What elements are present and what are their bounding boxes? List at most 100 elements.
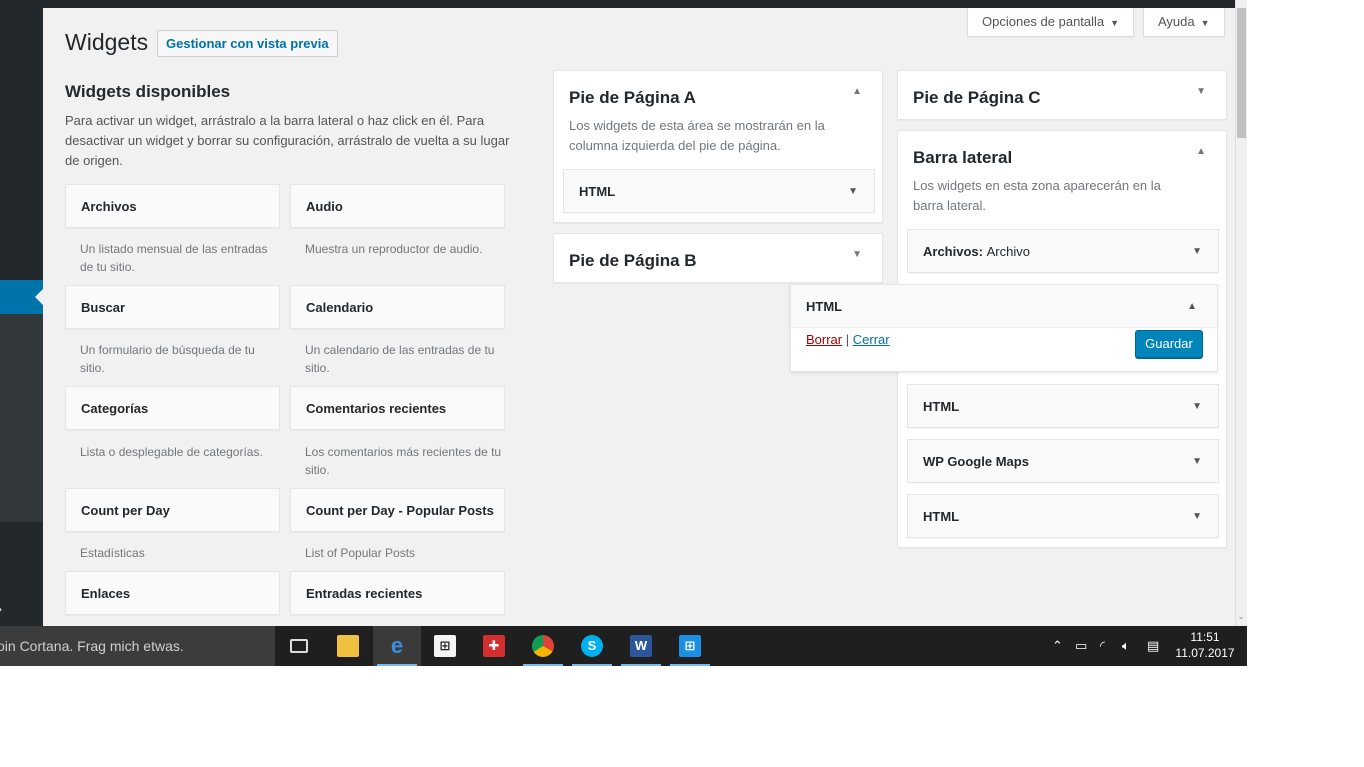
wifi-icon[interactable]: ◜ (1100, 626, 1105, 666)
admin-menu: › (0, 8, 43, 626)
sidebar-title: Barra lateral (913, 148, 1013, 167)
admin-submenu (0, 314, 43, 522)
chrome-icon[interactable] (519, 626, 567, 666)
widget-name: HTML (923, 509, 960, 524)
screen-options-label: Opciones de pantalla (982, 14, 1105, 29)
widget-description: Un formulario de búsqueda de tu sitio. (80, 343, 255, 375)
widget-instance-title: Archivo (986, 244, 1030, 259)
collapse-up-icon[interactable]: ▲ (852, 86, 862, 97)
notifications-icon[interactable]: ▤ (1147, 626, 1159, 666)
save-button[interactable]: Guardar (1135, 330, 1203, 358)
widget-tile-audio[interactable]: Audio (290, 184, 505, 228)
widget-control-actions: Borrar | Cerrar (806, 332, 890, 347)
widget-tile-entradas-recientes[interactable]: Entradas recientes (290, 571, 505, 615)
scrollbar-thumb[interactable] (1237, 8, 1246, 138)
scroll-down-arrow-icon[interactable]: ⌄ (1236, 612, 1246, 624)
widget-description: List of Popular Posts (305, 546, 416, 560)
admin-toolbar (0, 0, 1247, 8)
volume-icon[interactable]: 🔈︎ (1122, 626, 1130, 666)
network-icon[interactable]: ▭ (1075, 626, 1087, 666)
manage-preview-button[interactable]: Gestionar con vista previa (157, 30, 338, 57)
expand-down-icon[interactable]: ▼ (1192, 440, 1202, 484)
page-title: Widgets (65, 29, 149, 55)
help-button[interactable]: Ayuda ▼ (1143, 8, 1225, 37)
widget-tile-buscar[interactable]: Buscar (65, 285, 280, 329)
screen-options-button[interactable]: Opciones de pantalla ▼ (967, 8, 1135, 37)
sidebar-widget-archivos[interactable]: Archivos: Archivo ▼ (907, 229, 1219, 273)
sidebar-widget-wp-google-maps[interactable]: WP Google Maps ▼ (907, 439, 1219, 483)
cortana-search-box[interactable]: oin Cortana. Frag mich etwas. (0, 626, 275, 666)
sidebar-widget-html[interactable]: HTML ▼ (907, 494, 1219, 538)
open-widget-header[interactable]: HTML ▲ (791, 285, 1217, 328)
word-icon[interactable]: W (617, 626, 665, 666)
show-hidden-icons-icon[interactable]: ⌃ (1052, 626, 1063, 666)
running-app-indicator (572, 664, 612, 666)
widget-description: Estadísticas (80, 546, 145, 560)
expand-down-icon[interactable]: ▼ (852, 249, 862, 260)
widget-name: HTML (806, 299, 843, 314)
expand-down-icon[interactable]: ▼ (1196, 86, 1206, 97)
sidebar-footer-b[interactable]: Pie de Página B ▼ (553, 233, 883, 283)
windows-icon[interactable]: ⊞ (666, 626, 714, 666)
sidebar-title: Pie de Página A (569, 88, 696, 107)
available-widgets-heading: Widgets disponibles (65, 82, 231, 101)
link-separator: | (845, 332, 850, 347)
widget-description: Lista o desplegable de categorías. (80, 445, 263, 459)
widget-tile-count-per-day[interactable]: Count per Day (65, 488, 280, 532)
clock-time: 11:51 (1190, 630, 1220, 644)
close-link[interactable]: Cerrar (853, 332, 890, 347)
widget-description: Los comentarios más recientes de tu siti… (305, 445, 502, 477)
widget-tile-count-per-day-popular[interactable]: Count per Day - Popular Posts (290, 488, 505, 532)
running-app-indicator (621, 664, 661, 666)
widget-name: Archivos (923, 244, 979, 259)
admin-menu-current-item[interactable] (0, 280, 43, 314)
clock-date: 11.07.2017 (1175, 646, 1235, 660)
widget-name: WP Google Maps (923, 454, 1029, 469)
sidebar-widget-html[interactable]: HTML ▼ (563, 169, 875, 213)
store-icon[interactable]: ⊞ (421, 626, 469, 666)
collapse-menu-icon[interactable]: › (0, 602, 2, 616)
sidebar-footer-a: Pie de Página A ▲ Los widgets de esta ár… (553, 70, 883, 223)
widget-description: Muestra un reproductor de audio. (305, 242, 483, 256)
widget-tile-calendario[interactable]: Calendario (290, 285, 505, 329)
widget-description: Un listado mensual de las entradas de tu… (80, 242, 268, 274)
sidebar-description: Los widgets en esta zona aparecerán en l… (913, 178, 1161, 213)
file-explorer-icon[interactable] (324, 626, 372, 666)
edge-icon[interactable]: e (373, 626, 421, 666)
chevron-down-icon: ▼ (1110, 18, 1120, 28)
running-app-indicator (523, 664, 563, 666)
widget-title-separator: : (978, 244, 983, 259)
sidebar-description: Los widgets de esta área se mostrarán en… (569, 118, 825, 153)
collapse-up-icon[interactable]: ▲ (1196, 146, 1206, 157)
collapse-up-icon[interactable]: ▲ (1187, 285, 1197, 328)
open-widget-html[interactable]: HTML ▲ Borrar | Cerrar Guardar (790, 284, 1218, 372)
widget-tile-comentarios-recientes[interactable]: Comentarios recientes (290, 386, 505, 430)
windows-taskbar: oin Cortana. Frag mich etwas. e ⊞ ✚ S W (0, 626, 1247, 666)
widget-tile-categorias[interactable]: Categorías (65, 386, 280, 430)
widget-tile-enlaces[interactable]: Enlaces (65, 571, 280, 615)
expand-down-icon[interactable]: ▼ (1192, 495, 1202, 539)
task-view-icon[interactable] (275, 626, 323, 666)
sidebar-widget-html[interactable]: HTML ▼ (907, 384, 1219, 428)
active-app-indicator (377, 664, 417, 666)
widget-tile-archivos[interactable]: Archivos (65, 184, 280, 228)
help-label: Ayuda (1158, 14, 1195, 29)
taskbar-clock[interactable]: 11:51 11.07.2017 (1170, 629, 1240, 661)
widget-name: HTML (579, 184, 616, 199)
current-item-notch (35, 289, 43, 305)
expand-down-icon[interactable]: ▼ (848, 170, 858, 214)
gift-icon[interactable]: ✚ (470, 626, 518, 666)
sidebar-title: Pie de Página C (913, 88, 1041, 107)
expand-down-icon[interactable]: ▼ (1192, 230, 1202, 274)
expand-down-icon[interactable]: ▼ (1192, 385, 1202, 429)
widget-description: Un calendario de las entradas de tu siti… (305, 343, 495, 375)
chevron-down-icon: ▼ (1200, 18, 1210, 28)
sidebar-footer-c[interactable]: Pie de Página C ▼ (897, 70, 1227, 120)
sidebar-title: Pie de Página B (569, 251, 697, 270)
available-widgets-description: Para activar un widget, arrástralo a la … (65, 113, 510, 168)
delete-link[interactable]: Borrar (806, 332, 842, 347)
running-app-indicator (670, 664, 710, 666)
skype-icon[interactable]: S (568, 626, 616, 666)
screen: › Opciones de pantalla ▼ Ayuda ▼ Widgets G… (0, 0, 1247, 666)
widget-name: HTML (923, 399, 960, 414)
